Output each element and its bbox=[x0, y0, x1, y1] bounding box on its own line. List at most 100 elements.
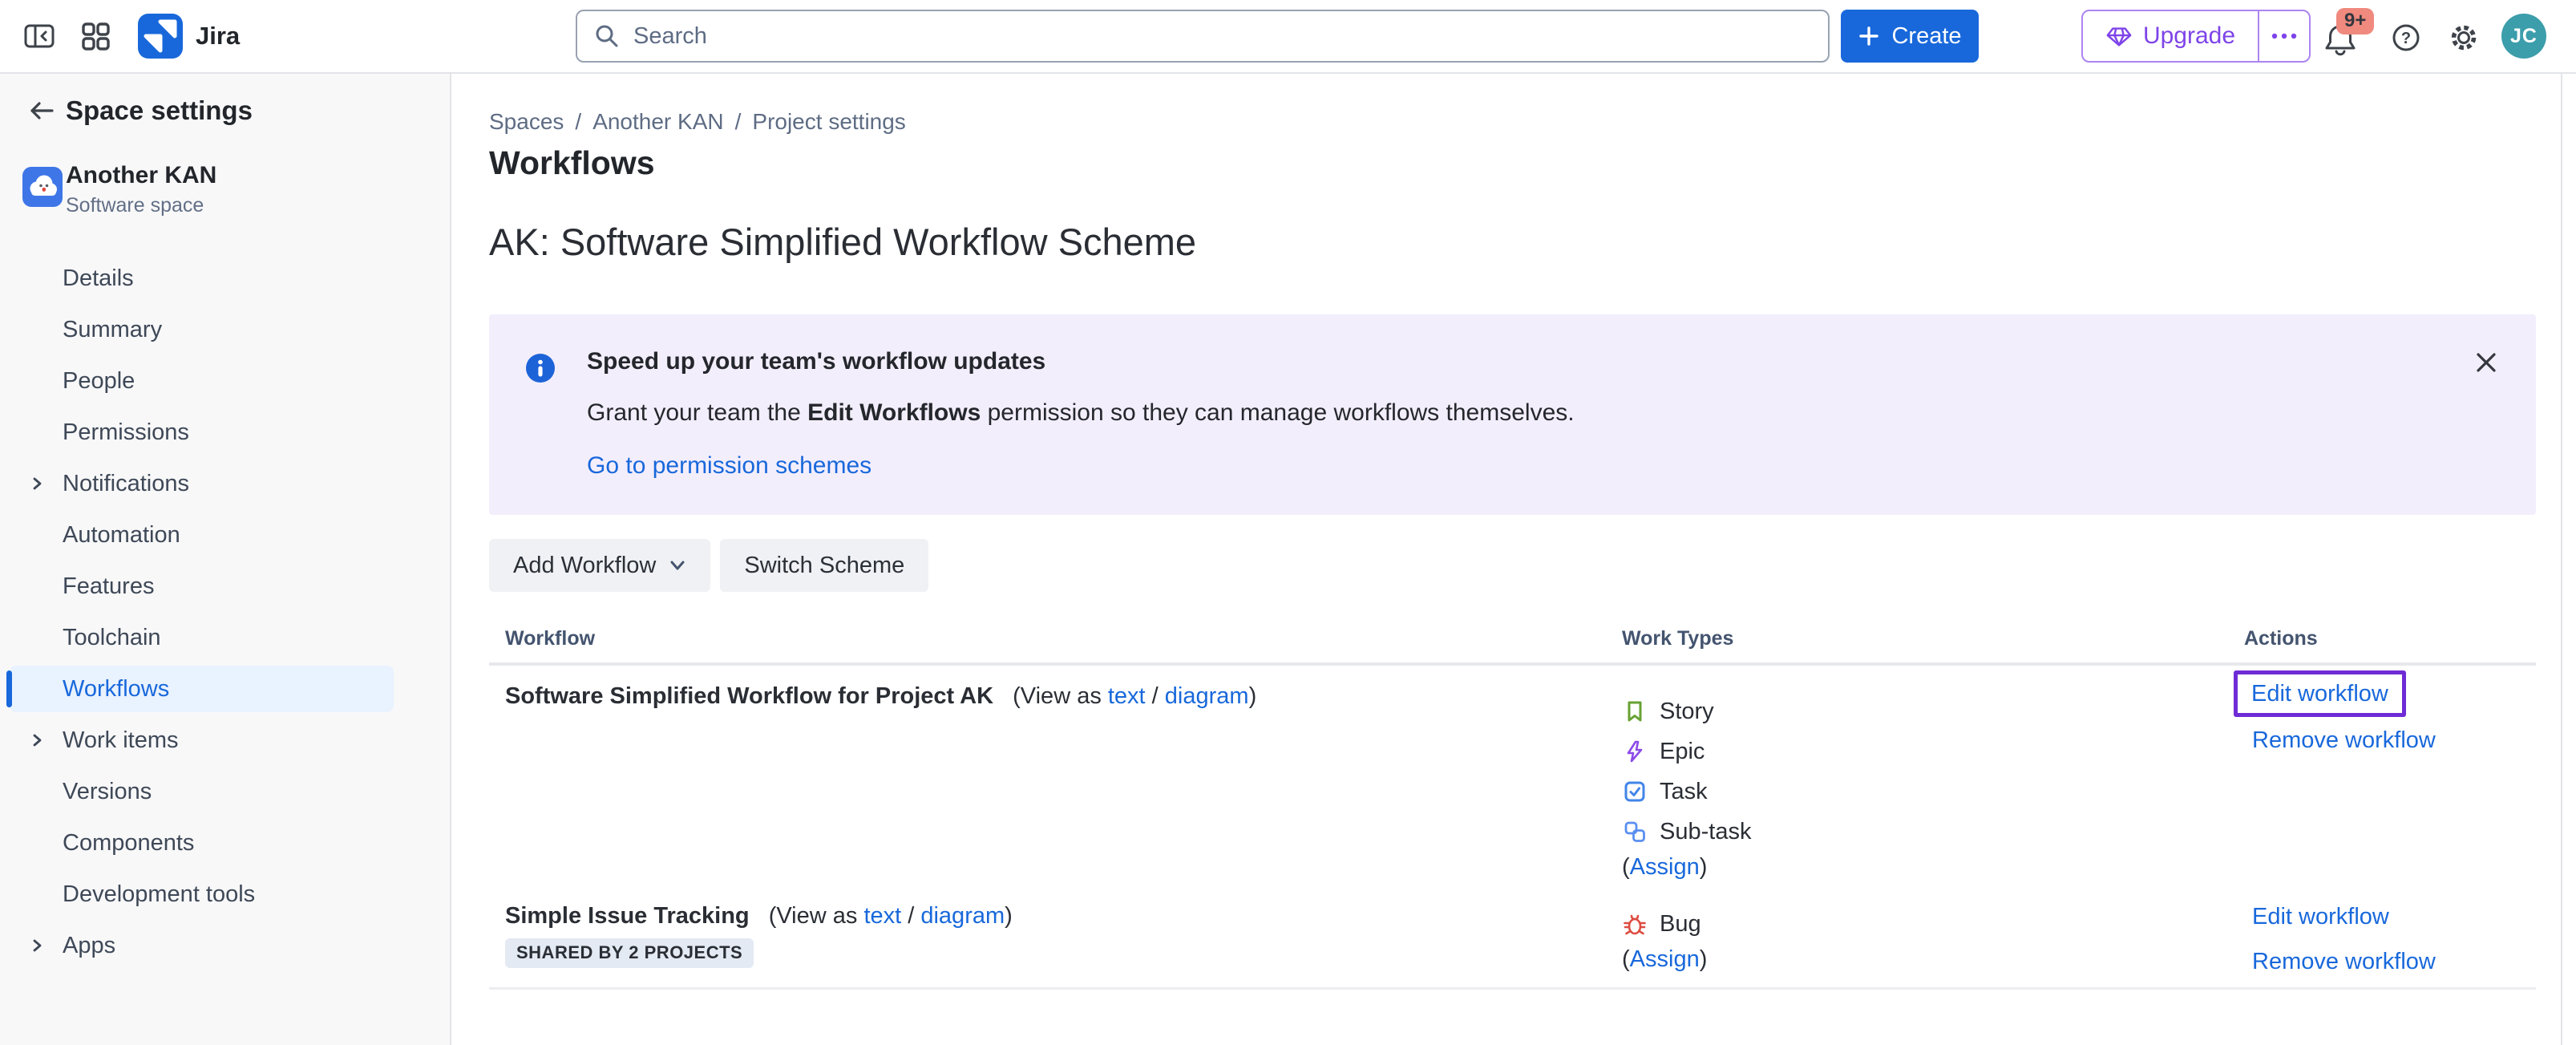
plus-icon bbox=[1858, 25, 1880, 47]
info-banner: Speed up your team's workflow updates Gr… bbox=[489, 314, 2536, 515]
notifications-button[interactable]: 9+ bbox=[2323, 16, 2380, 64]
sidebar-collapse-button[interactable] bbox=[21, 18, 58, 55]
create-button[interactable]: Create bbox=[1841, 10, 1979, 63]
jira-logo-icon[interactable] bbox=[138, 14, 183, 59]
sidebar-item-features[interactable]: Features bbox=[0, 561, 450, 612]
sidebar-collapse-icon bbox=[22, 18, 57, 54]
remove-workflow-link[interactable]: Remove workflow bbox=[2252, 950, 2436, 974]
app-switcher-grid-icon bbox=[78, 18, 113, 54]
work-types-cell: Bug (Assign) bbox=[1622, 904, 1707, 974]
sidebar-item-versions[interactable]: Versions bbox=[0, 766, 450, 817]
assign-link[interactable]: Assign bbox=[1630, 854, 1700, 880]
chevron-down-icon bbox=[669, 559, 686, 572]
actions-cell: Edit workflow Remove workflow bbox=[2234, 670, 2436, 752]
subtask-icon bbox=[1622, 819, 1648, 845]
sidebar-item-development-tools[interactable]: Development tools bbox=[0, 869, 450, 920]
work-types-cell: Story Epic Task bbox=[1622, 691, 1751, 882]
upgrade-button-group: Upgrade bbox=[2081, 10, 2311, 63]
chevron-right-icon bbox=[29, 475, 45, 492]
space-type: Software space bbox=[66, 194, 204, 217]
workflow-name-cell: Simple Issue Tracking (View as text / di… bbox=[505, 900, 1013, 968]
breadcrumb-spaces[interactable]: Spaces bbox=[489, 109, 564, 135]
sidebar-item-apps[interactable]: Apps bbox=[0, 920, 450, 971]
breadcrumb-separator: / bbox=[575, 109, 581, 135]
banner-body: Grant your team the Edit Workflows permi… bbox=[587, 399, 1575, 427]
switch-scheme-label: Switch Scheme bbox=[744, 553, 904, 579]
view-as-text-link[interactable]: text bbox=[863, 903, 901, 929]
sidebar: Space settings Another KAN Software spa bbox=[0, 74, 451, 1045]
banner-body-prefix: Grant your team the bbox=[587, 399, 807, 426]
close-icon bbox=[2474, 350, 2498, 375]
edit-workflow-link[interactable]: Edit workflow bbox=[2252, 905, 2389, 929]
help-button[interactable]: ? bbox=[2388, 19, 2424, 56]
shared-badge: SHARED BY 2 PROJECTS bbox=[505, 938, 754, 968]
app-name: Jira bbox=[196, 0, 240, 72]
sidebar-item-workflows[interactable]: Workflows bbox=[0, 663, 450, 715]
sidebar-menu: Details Summary People Permissions Notif… bbox=[0, 253, 450, 971]
svg-text:?: ? bbox=[2401, 30, 2411, 47]
question-circle-icon: ? bbox=[2388, 20, 2424, 55]
settings-button[interactable] bbox=[2445, 19, 2482, 56]
back-arrow-icon bbox=[27, 99, 56, 122]
column-header-work-types: Work Types bbox=[1622, 627, 1733, 650]
add-workflow-button[interactable]: Add Workflow bbox=[489, 539, 710, 592]
work-type-item: Task bbox=[1622, 772, 1751, 812]
view-as-text-link[interactable]: text bbox=[1108, 683, 1146, 709]
gear-icon bbox=[2446, 20, 2481, 55]
breadcrumb-space[interactable]: Another KAN bbox=[592, 109, 723, 135]
sidebar-item-permissions[interactable]: Permissions bbox=[0, 407, 450, 458]
upgrade-more-options-button[interactable] bbox=[2259, 11, 2309, 61]
epic-icon bbox=[1622, 739, 1648, 764]
sidebar-item-notifications[interactable]: Notifications bbox=[0, 458, 450, 509]
banner-body-suffix: permission so they can manage workflows … bbox=[981, 399, 1574, 426]
column-header-actions: Actions bbox=[2244, 627, 2318, 650]
space-avatar bbox=[22, 167, 63, 207]
user-avatar[interactable]: JC bbox=[2501, 14, 2546, 59]
notifications-badge: 9+ bbox=[2336, 8, 2374, 34]
permission-schemes-link[interactable]: Go to permission schemes bbox=[587, 452, 871, 480]
app-switcher-button[interactable] bbox=[77, 18, 114, 55]
view-as-diagram-link[interactable]: diagram bbox=[1165, 683, 1249, 709]
top-bar: Jira Create bbox=[0, 0, 2576, 74]
banner-title: Speed up your team's workflow updates bbox=[587, 348, 1045, 375]
table-header-divider bbox=[489, 662, 2536, 666]
sidebar-item-people[interactable]: People bbox=[0, 355, 450, 407]
edit-workflow-link[interactable]: Edit workflow bbox=[2251, 682, 2388, 706]
search-input[interactable] bbox=[633, 23, 1812, 50]
table-bottom-divider bbox=[489, 987, 2536, 990]
focus-ring: Edit workflow bbox=[2234, 670, 2406, 717]
upgrade-button[interactable]: Upgrade bbox=[2083, 11, 2258, 61]
sidebar-item-components[interactable]: Components bbox=[0, 817, 450, 869]
workflow-toolbar: Add Workflow Switch Scheme bbox=[489, 539, 928, 592]
story-icon bbox=[1622, 699, 1648, 724]
ellipsis-icon bbox=[2271, 32, 2298, 40]
workflow-name: Software Simplified Workflow for Project… bbox=[505, 683, 993, 709]
back-button[interactable] bbox=[24, 93, 59, 128]
assign-line: (Assign) bbox=[1622, 852, 1751, 882]
assign-link[interactable]: Assign bbox=[1630, 946, 1700, 972]
actions-cell: Edit workflow Remove workflow bbox=[2252, 905, 2436, 974]
scheme-title: AK: Software Simplified Workflow Scheme bbox=[489, 220, 1196, 264]
column-header-workflow: Workflow bbox=[505, 627, 595, 650]
view-as: (View as text / diagram) bbox=[769, 903, 1013, 929]
view-as: (View as text / diagram) bbox=[1013, 683, 1256, 709]
breadcrumb-separator: / bbox=[735, 109, 742, 135]
view-as-diagram-link[interactable]: diagram bbox=[920, 903, 1005, 929]
work-type-item: Story bbox=[1622, 691, 1751, 731]
sidebar-item-details[interactable]: Details bbox=[0, 253, 450, 304]
space-name: Another KAN bbox=[66, 162, 216, 189]
sidebar-item-work-items[interactable]: Work items bbox=[0, 715, 450, 766]
remove-workflow-link[interactable]: Remove workflow bbox=[2252, 728, 2436, 752]
chevron-right-icon bbox=[29, 937, 45, 954]
banner-close-button[interactable] bbox=[2469, 345, 2504, 380]
sidebar-item-toolchain[interactable]: Toolchain bbox=[0, 612, 450, 663]
search-bar bbox=[576, 10, 1830, 63]
work-type-item: Bug bbox=[1622, 904, 1707, 944]
sidebar-item-summary[interactable]: Summary bbox=[0, 304, 450, 355]
sidebar-item-automation[interactable]: Automation bbox=[0, 509, 450, 561]
task-icon bbox=[1622, 779, 1648, 804]
switch-scheme-button[interactable]: Switch Scheme bbox=[720, 539, 928, 592]
breadcrumb: Spaces / Another KAN / Project settings bbox=[489, 109, 906, 135]
info-icon bbox=[525, 353, 556, 383]
breadcrumb-project-settings[interactable]: Project settings bbox=[752, 109, 905, 135]
